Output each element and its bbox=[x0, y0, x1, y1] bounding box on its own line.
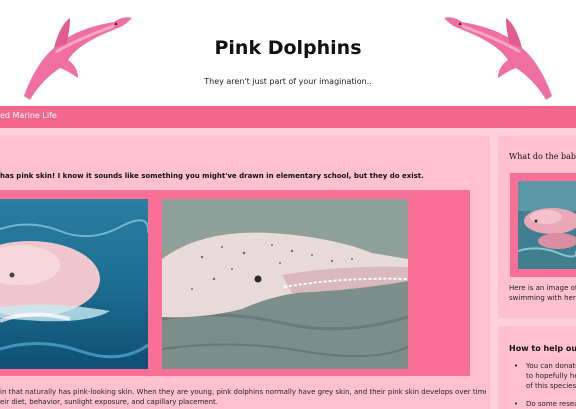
caption-line: swimming with her m bbox=[509, 294, 576, 302]
help-card: How to help out You can donate to hopefu… bbox=[498, 326, 576, 409]
dolphin-photo-swimming bbox=[0, 199, 148, 369]
list-item-line: You can donate bbox=[526, 362, 576, 370]
nav-link-endangered-marine-life[interactable]: ed Marine Life bbox=[0, 111, 57, 120]
pink-dolphin-icon bbox=[444, 17, 552, 100]
list-item-line: of this species bbox=[526, 382, 576, 390]
description-text: in that naturally has pink-looking skin.… bbox=[0, 387, 486, 407]
babies-caption: Here is an image of a swimming with her … bbox=[509, 283, 576, 303]
caption-line: Here is an image of a bbox=[509, 284, 576, 292]
help-heading: How to help out bbox=[509, 344, 576, 353]
babies-heading: What do the babies bbox=[509, 152, 576, 161]
list-item: You can donate to hopefully he of this s… bbox=[514, 361, 576, 391]
intro-text: has pink skin! I know it sounds like som… bbox=[0, 172, 424, 180]
description-line: in that naturally has pink-looking skin.… bbox=[0, 388, 486, 396]
help-list: You can donate to hopefully he of this s… bbox=[514, 361, 576, 409]
list-item-line: Do some resea bbox=[526, 400, 576, 408]
babies-card: What do the babies Here is an image of a… bbox=[498, 136, 576, 318]
description-line: eir diet, behavior, sunlight exposure, a… bbox=[0, 398, 219, 406]
nav-bar: ed Marine Life bbox=[0, 106, 576, 128]
baby-dolphin-photo bbox=[518, 181, 576, 269]
list-item-line: to hopefully he bbox=[526, 372, 576, 380]
site-header: Pink Dolphins They aren't just part of y… bbox=[0, 0, 576, 106]
dolphin-photo-snout bbox=[162, 199, 408, 369]
list-item: Do some resea bbox=[514, 399, 576, 409]
